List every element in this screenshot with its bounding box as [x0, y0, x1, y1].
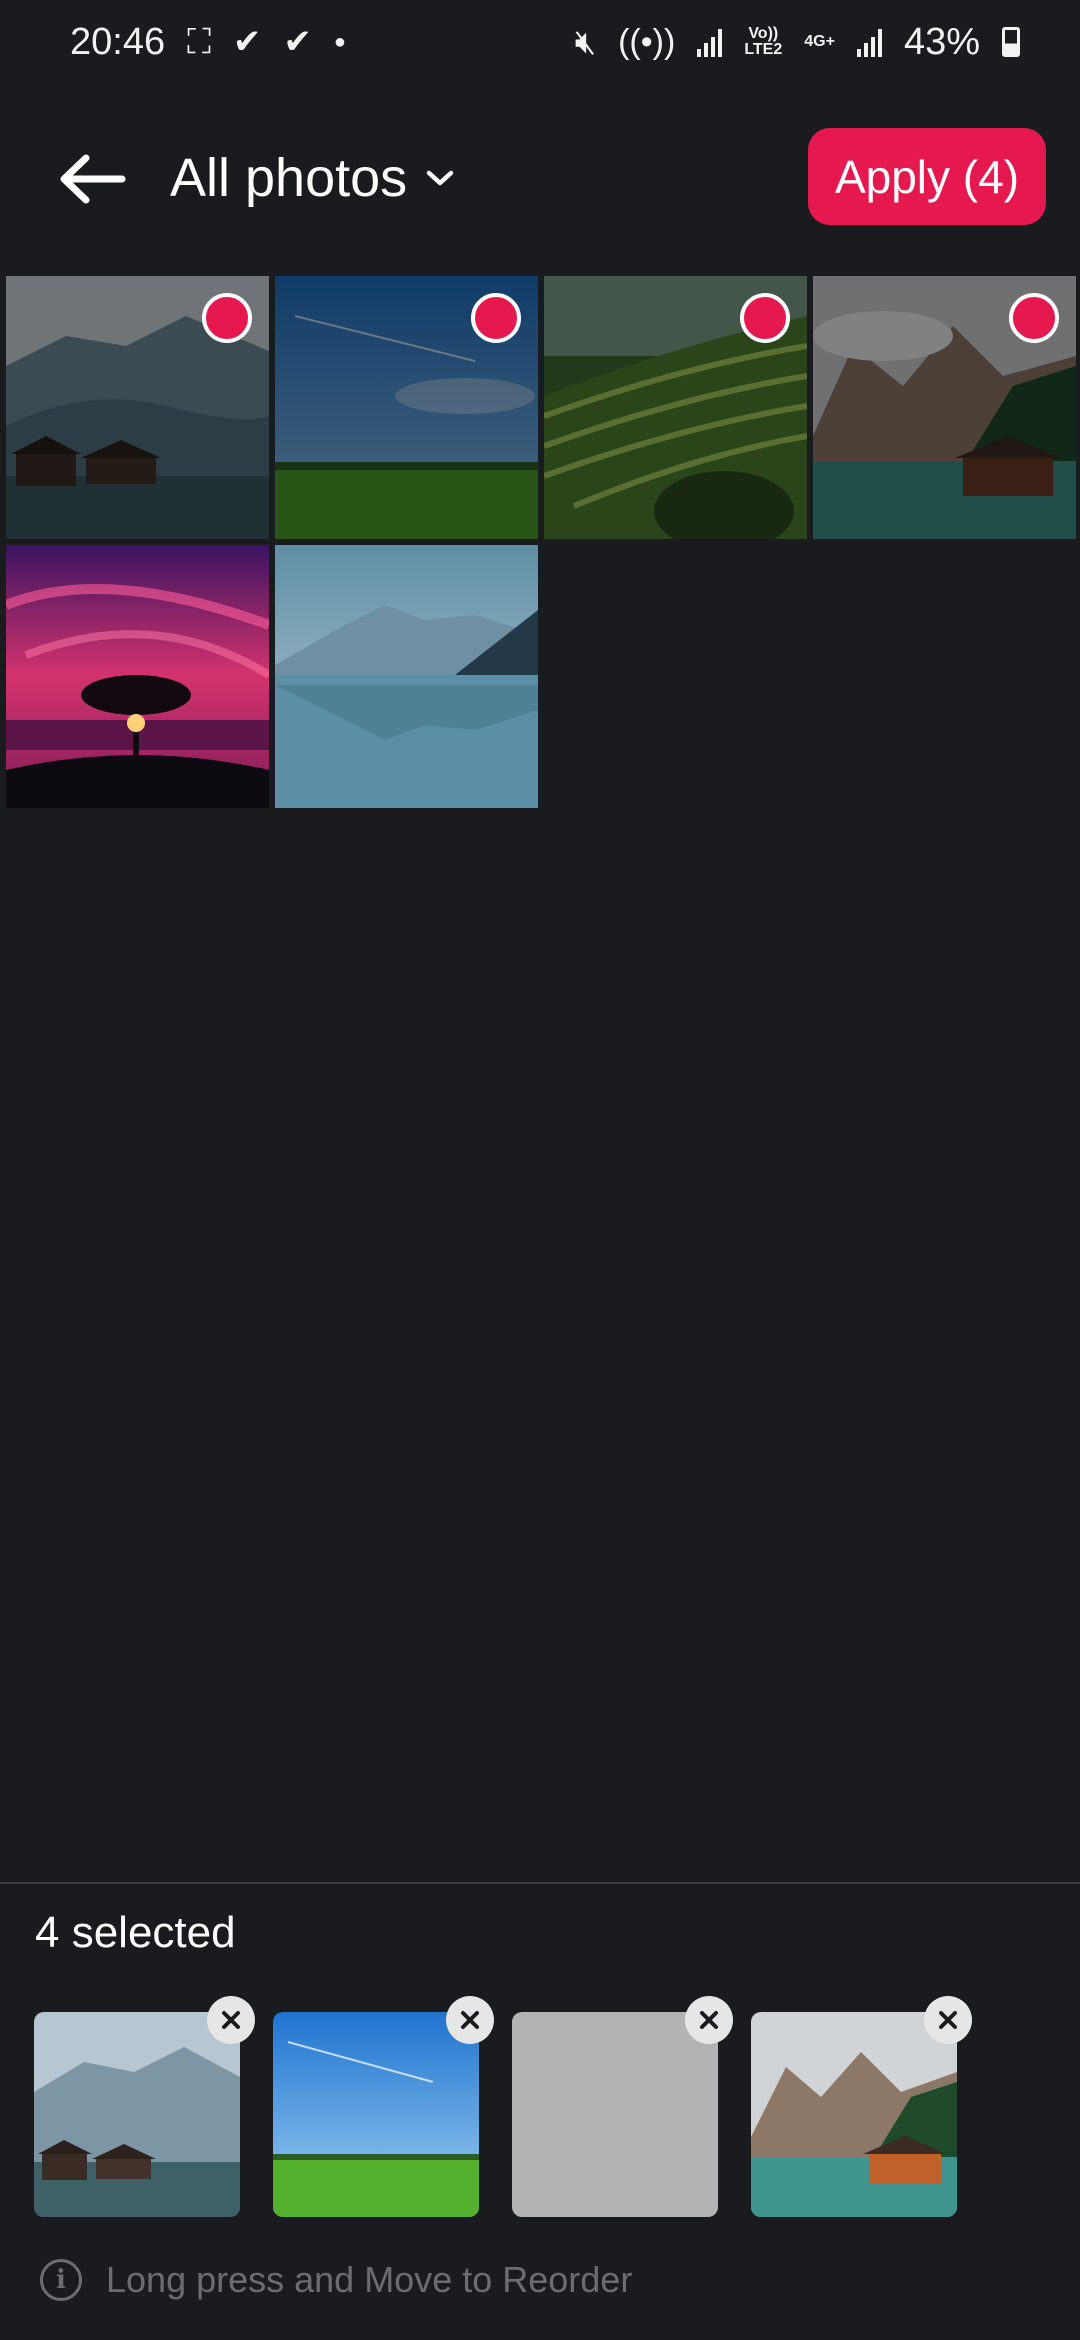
volte-indicator: Vo)) LTE2	[744, 26, 782, 58]
screenshot-frame-icon: ⛶	[187, 23, 211, 61]
remove-button[interactable]	[685, 1996, 733, 2044]
battery-icon	[1002, 27, 1020, 57]
photo-tree-sunset	[6, 545, 269, 808]
photo-mountain-reflection	[275, 545, 538, 808]
signal-bars-icon-2	[856, 27, 882, 57]
selected-item-green-field[interactable]	[273, 1996, 494, 2217]
apply-label: Apply (4)	[834, 150, 1020, 203]
selected-item-lake-huts[interactable]	[34, 1996, 255, 2217]
photo-grid	[6, 276, 1076, 808]
selected-indicator[interactable]	[1009, 293, 1059, 343]
photo-tile-mountain-reflection[interactable]	[275, 545, 538, 808]
hint-text: Long press and Move to Reorder	[106, 2259, 633, 2300]
back-button[interactable]	[52, 144, 132, 214]
album-title: All photos	[170, 148, 408, 208]
volte-label: Vo))	[748, 25, 779, 42]
apply-button[interactable]: Apply (4)	[808, 128, 1046, 225]
selected-indicator[interactable]	[740, 293, 790, 343]
arrow-left-icon	[60, 154, 126, 204]
photo-tile-green-field[interactable]	[275, 276, 538, 539]
battery-percent: 43%	[903, 20, 980, 63]
thumb-lake-huts	[34, 2012, 240, 2217]
mute-icon: 🔇︎	[574, 23, 597, 61]
signal-bars-icon	[697, 27, 723, 57]
photo-tile-tree-sunset[interactable]	[6, 545, 269, 808]
album-selector[interactable]: All photos	[170, 138, 455, 218]
info-icon: i	[40, 2259, 82, 2301]
thumb-mountain-boathouse	[751, 2012, 957, 2217]
network-type-label: 4G+	[804, 33, 835, 50]
remove-button[interactable]	[446, 1996, 494, 2044]
selected-indicator[interactable]	[202, 293, 252, 343]
reorder-hint: i Long press and Move to Reorder	[40, 2256, 632, 2304]
selected-item-mountain-boathouse[interactable]	[751, 1996, 972, 2217]
status-time: 20:46	[70, 20, 166, 63]
thumb-loading-placeholder	[512, 2012, 718, 2217]
hotspot-icon: ((•))	[618, 23, 676, 61]
notification-dot-icon: ●	[333, 31, 346, 53]
status-bar: 20:46 ⛶ ✔ ✔ ● 🔇︎ ((•)) Vo)) LTE2 4G+ 43%	[0, 0, 1080, 84]
selected-item-placeholder[interactable]	[512, 1996, 733, 2217]
remove-button[interactable]	[207, 1996, 255, 2044]
close-icon	[939, 2011, 957, 2029]
photo-tile-mountain-boathouse[interactable]	[813, 276, 1076, 539]
status-right: 🔇︎ ((•)) Vo)) LTE2 4G+ 43%	[575, 21, 1020, 64]
photo-tile-lake-huts[interactable]	[6, 276, 269, 539]
selected-indicator[interactable]	[471, 293, 521, 343]
close-icon	[700, 2011, 718, 2029]
close-icon	[461, 2011, 479, 2029]
remove-button[interactable]	[924, 1996, 972, 2044]
close-icon	[222, 2011, 240, 2029]
divider	[0, 1882, 1080, 1884]
selected-count: 4 selected	[35, 1908, 236, 1957]
status-left: 20:46 ⛶ ✔ ✔ ●	[70, 21, 346, 64]
chevron-down-icon	[426, 170, 454, 186]
photo-tile-rice-terraces[interactable]	[544, 276, 807, 539]
check-icon-2: ✔	[283, 23, 312, 61]
check-icon: ✔	[232, 23, 262, 61]
header: All photos Apply (4)	[0, 128, 1080, 228]
thumb-green-field	[273, 2012, 479, 2217]
lte-label: LTE2	[744, 41, 783, 58]
